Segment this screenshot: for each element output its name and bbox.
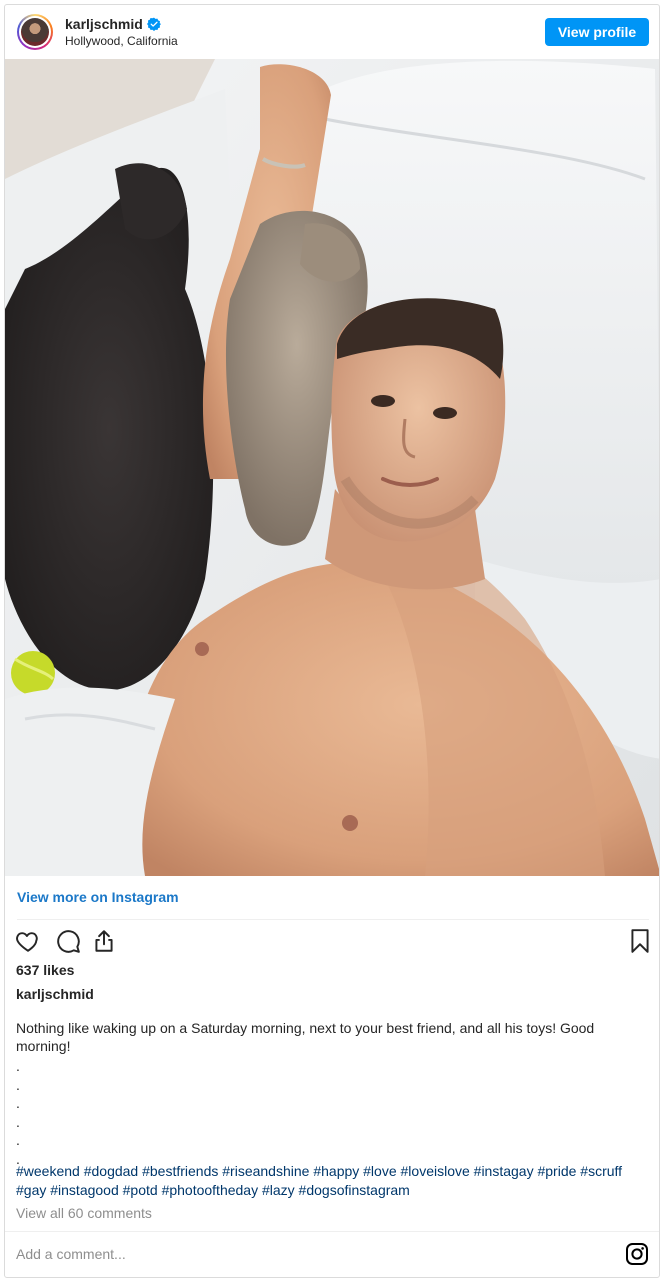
- comment-icon[interactable]: [55, 928, 81, 954]
- bookmark-icon[interactable]: [627, 928, 653, 954]
- post-photo-image: [5, 59, 659, 876]
- action-bar: [15, 926, 651, 956]
- caption-dots: . . . . . .: [16, 1057, 20, 1168]
- likes-count[interactable]: 637 likes: [16, 962, 74, 978]
- divider: [17, 919, 649, 920]
- divider: [5, 1231, 659, 1232]
- caption-dot: .: [16, 1076, 20, 1093]
- caption-dot: .: [16, 1095, 20, 1111]
- share-icon[interactable]: [91, 928, 117, 954]
- caption-dot: .: [16, 1132, 20, 1148]
- avatar[interactable]: [17, 14, 53, 50]
- post-photo[interactable]: [5, 59, 659, 876]
- view-profile-button[interactable]: View profile: [545, 18, 649, 46]
- post-header: karljschmid Hollywood, California View p…: [5, 5, 659, 59]
- caption-dot: .: [16, 1058, 20, 1074]
- caption-username[interactable]: karljschmid: [16, 986, 94, 1002]
- username-row: karljschmid: [65, 16, 161, 32]
- hashtags[interactable]: #weekend #dogdad #bestfriends #riseandsh…: [16, 1162, 656, 1200]
- caption-dot: .: [16, 1113, 20, 1130]
- username-link[interactable]: karljschmid: [65, 16, 143, 32]
- view-all-comments-link[interactable]: View all 60 comments: [16, 1205, 152, 1221]
- hashtags-line[interactable]: #weekend #dogdad #bestfriends #riseandsh…: [16, 1162, 656, 1181]
- heart-icon[interactable]: [15, 928, 41, 954]
- verified-badge-icon: [146, 17, 161, 31]
- hashtags-line[interactable]: #gay #instagood #potd #photooftheday #la…: [16, 1181, 656, 1200]
- avatar-image: [21, 18, 49, 46]
- location-link[interactable]: Hollywood, California: [65, 34, 178, 48]
- caption-text: Nothing like waking up on a Saturday mor…: [16, 1020, 595, 1054]
- view-more-on-instagram-link[interactable]: View more on Instagram: [17, 889, 179, 905]
- add-comment-field[interactable]: Add a comment...: [16, 1246, 126, 1262]
- instagram-embed-card: karljschmid Hollywood, California View p…: [4, 4, 660, 1278]
- instagram-logo-icon[interactable]: [625, 1242, 649, 1266]
